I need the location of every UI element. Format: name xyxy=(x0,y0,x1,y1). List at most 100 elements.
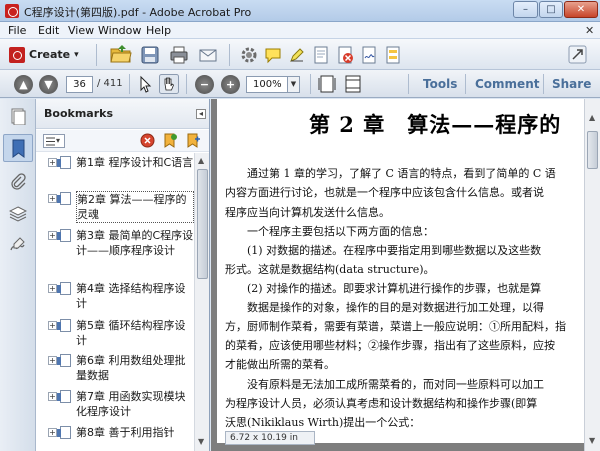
save-icon[interactable] xyxy=(141,46,159,64)
scroll-down-icon[interactable]: ▼ xyxy=(589,436,595,445)
expand-icon[interactable] xyxy=(568,45,587,64)
bookmark-page-icon xyxy=(57,229,71,242)
bookmarks-scrollbar[interactable]: ▲ ▼ xyxy=(194,153,209,451)
page-total: / 411 xyxy=(97,78,123,89)
body-text-line: 内容方面进行讨论，也就是一个程序中应该包含什么信息。或者说 xyxy=(225,186,544,199)
attachments-paperclip-icon[interactable] xyxy=(9,173,27,191)
body-text-line: (2) 对操作的描述。即要求计算机进行操作的步骤，也就是算 xyxy=(225,282,542,295)
select-cursor-icon[interactable] xyxy=(136,75,154,93)
hand-tool-icon[interactable] xyxy=(159,74,179,94)
bookmark-item[interactable]: + 第2章 算法——程序的灵魂 xyxy=(48,191,194,223)
menu-edit[interactable]: Edit xyxy=(38,24,59,37)
zoom-dropdown-button[interactable]: ▼ xyxy=(288,76,300,93)
sign-icon[interactable] xyxy=(360,46,378,64)
expand-icon[interactable]: + xyxy=(48,194,57,203)
navigation-toolbar: ▲ ▼ 36 / 411 − + 100% ▼ Tools Comment Sh… xyxy=(0,70,600,98)
bookmark-page-icon xyxy=(57,319,71,332)
document-scrollbar[interactable]: ▲ ▼ xyxy=(584,99,600,451)
page-number-input[interactable]: 36 xyxy=(66,76,93,93)
toolbar-divider xyxy=(229,44,230,66)
gear-icon[interactable] xyxy=(240,46,258,64)
pdf-page[interactable]: 第 2 章 算法——程序的 通过第 1 章的学习，了解了 C 语言的特点，看到了… xyxy=(217,99,584,443)
fit-width-icon[interactable] xyxy=(344,75,362,93)
expand-icon[interactable]: + xyxy=(48,428,57,437)
body-text-line: 的菜肴，应该使用哪些材料；②操作步骤，指出有了这些原料，应按 xyxy=(225,339,555,352)
body-text-line: 一个程序主要包括以下两方面的信息： xyxy=(225,225,434,238)
bookmarks-panel: Bookmarks ◂ ▾ + 第1章 程序设计和C语言 + 第2章 算法——程… xyxy=(36,99,210,451)
tools-pane-link[interactable]: Tools xyxy=(423,77,457,91)
bookmarks-list: + 第1章 程序设计和C语言 + 第2章 算法——程序的灵魂 + 第3章 最简单… xyxy=(36,153,194,451)
fit-page-icon[interactable] xyxy=(318,75,336,93)
bookmark-label: 第8章 善于利用指针 xyxy=(76,426,175,439)
bookmark-options-button[interactable]: ▾ xyxy=(43,134,65,148)
document-icon[interactable] xyxy=(312,46,330,64)
bookmark-item[interactable]: + 第3章 最简单的C程序设计——顺序程序设计 xyxy=(48,228,194,274)
bookmark-page-icon xyxy=(57,354,71,367)
bookmarks-scroll-thumb[interactable] xyxy=(197,169,208,279)
bookmark-item[interactable]: + 第8章 善于利用指针 xyxy=(48,425,194,451)
create-button[interactable]: Create ▾ xyxy=(6,44,81,65)
bookmark-from-selection-icon[interactable] xyxy=(186,133,201,148)
acrobat-app-icon[interactable] xyxy=(5,4,19,18)
expand-icon[interactable]: + xyxy=(48,392,57,401)
body-text-line: 方，厨师制作菜肴，需要有菜谱，菜谱上一般应说明：①所用配料，指 xyxy=(225,320,566,333)
comment-icon[interactable] xyxy=(264,46,282,64)
document-scroll-thumb[interactable] xyxy=(587,131,598,169)
maximize-button[interactable]: □ xyxy=(539,1,563,18)
highlight-icon[interactable] xyxy=(288,46,306,64)
bookmark-item[interactable]: + 第4章 选择结构程序设计 xyxy=(48,281,194,311)
layers-icon[interactable] xyxy=(9,205,27,223)
expand-icon[interactable]: + xyxy=(48,321,57,330)
body-text-line: (1) 对数据的描述。在程序中要指定用到哪些数据以及这些数 xyxy=(225,244,542,257)
minimize-button[interactable]: – xyxy=(513,1,538,18)
collapse-panel-button[interactable]: ◂ xyxy=(196,109,206,119)
open-folder-icon[interactable] xyxy=(110,44,132,64)
bookmark-item[interactable]: + 第1章 程序设计和C语言 xyxy=(48,155,194,185)
scroll-up-icon[interactable]: ▲ xyxy=(198,156,204,165)
bookmark-label: 第3章 最简单的C程序设计——顺序程序设计 xyxy=(76,229,194,257)
redact-icon[interactable] xyxy=(336,46,354,64)
body-text-line: 沃思(Nikiklaus Wirth)提出一个公式： xyxy=(225,416,421,429)
email-icon[interactable] xyxy=(199,46,217,64)
main-toolbar: Create ▾ xyxy=(0,39,600,70)
minus-icon: − xyxy=(199,78,210,91)
menu-window[interactable]: Window xyxy=(98,24,141,37)
new-bookmark-icon[interactable] xyxy=(163,133,178,148)
close-window-button[interactable]: ✕ xyxy=(564,1,598,18)
bookmarks-toolbar: ▾ xyxy=(36,130,209,152)
next-page-button[interactable]: ▼ xyxy=(39,75,58,94)
expand-icon[interactable]: + xyxy=(48,284,57,293)
page-thumbnails-icon[interactable] xyxy=(9,107,27,125)
expand-icon[interactable]: + xyxy=(48,158,57,167)
scroll-up-icon[interactable]: ▲ xyxy=(589,113,595,122)
bookmark-label: 第5章 循环结构程序设计 xyxy=(76,319,186,347)
arrow-up-icon: ▲ xyxy=(19,78,28,91)
delete-bookmark-icon[interactable] xyxy=(140,133,155,148)
expand-icon[interactable]: + xyxy=(48,231,57,240)
bookmark-ribbon-icon xyxy=(12,139,25,158)
zoom-out-button[interactable]: − xyxy=(195,75,214,94)
document-view: 第 2 章 算法——程序的 通过第 1 章的学习，了解了 C 语言的特点，看到了… xyxy=(211,99,584,451)
document-close-icon[interactable]: ✕ xyxy=(585,24,594,37)
window-title: C程序设计(第四版).pdf - Adobe Acrobat Pro xyxy=(24,6,252,19)
bookmarks-tab[interactable] xyxy=(3,134,33,162)
previous-page-button[interactable]: ▲ xyxy=(14,75,33,94)
menu-file[interactable]: File xyxy=(8,24,26,37)
print-icon[interactable] xyxy=(170,46,188,64)
bookmark-label: 第1章 程序设计和C语言 xyxy=(76,156,194,169)
share-pane-link[interactable]: Share xyxy=(552,77,591,91)
menu-view[interactable]: View xyxy=(68,24,94,37)
expand-icon[interactable]: + xyxy=(48,356,57,365)
zoom-in-button[interactable]: + xyxy=(221,75,240,94)
scroll-down-icon[interactable]: ▼ xyxy=(198,437,204,446)
bookmark-item[interactable]: + 第6章 利用数组处理批量数据 xyxy=(48,353,194,383)
bookmark-item[interactable]: + 第7章 用函数实现模块化程序设计 xyxy=(48,389,194,419)
menu-help[interactable]: Help xyxy=(146,24,171,37)
comment-pane-link[interactable]: Comment xyxy=(475,77,539,91)
form-icon[interactable] xyxy=(384,46,402,64)
chapter-title: 第 2 章 算法——程序的 xyxy=(309,112,562,137)
body-text-line: 形式。这就是数据结构(data structure)。 xyxy=(225,263,435,276)
bookmark-item[interactable]: + 第5章 循环结构程序设计 xyxy=(48,318,194,348)
signatures-icon[interactable] xyxy=(9,236,27,254)
zoom-level-field[interactable]: 100% xyxy=(246,76,288,93)
